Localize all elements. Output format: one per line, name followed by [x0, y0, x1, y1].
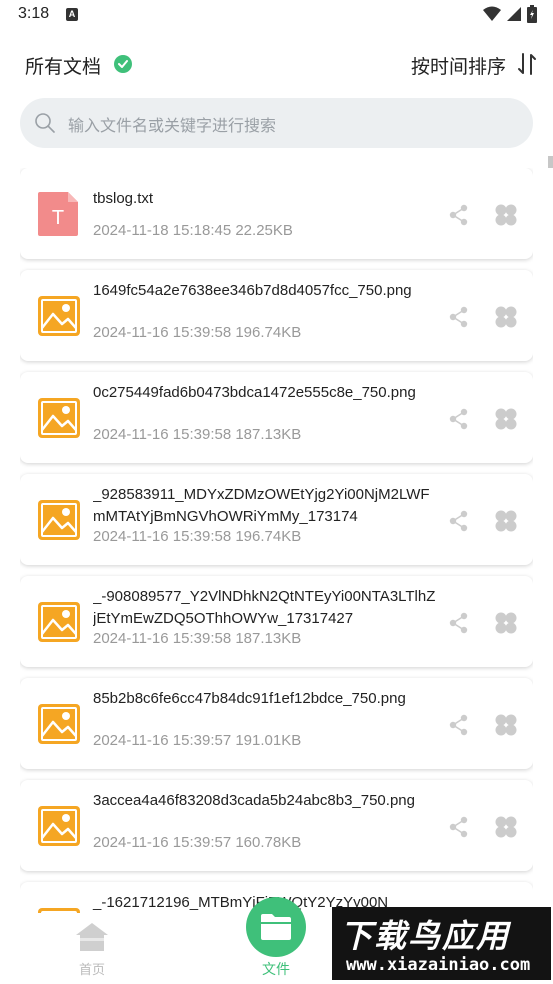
file-name: 1649fc54a2e7638ee346b7d8d4057fcc_750.png [93, 282, 412, 299]
share-icon[interactable] [448, 714, 470, 736]
share-icon[interactable] [448, 612, 470, 634]
file-date: 2024-11-16 15:39:58 [93, 630, 232, 647]
image-file-icon [38, 908, 80, 913]
image-file-icon [38, 500, 80, 540]
status-icons [483, 5, 537, 23]
file-name: tbslog.txt [93, 190, 154, 207]
file-size: 187.13KB [235, 630, 302, 647]
more-options-icon[interactable] [494, 203, 518, 227]
search-input[interactable]: 输入文件名或关键字进行搜索 [68, 112, 276, 136]
check-circle-icon [114, 55, 132, 73]
notification-a-icon: A [66, 8, 78, 21]
more-options-icon[interactable] [494, 305, 518, 329]
image-file-icon [38, 806, 80, 846]
share-icon[interactable] [448, 408, 470, 430]
folder-icon [261, 914, 291, 940]
file-name: _-908089577_Y2VlNDhkN2QtNTEyYi00NTA3LTlh… [93, 588, 436, 627]
wifi-icon [483, 6, 501, 21]
file-meta: 2024-11-18 15:18:45 22.25KB [93, 222, 293, 239]
more-options-icon[interactable] [494, 611, 518, 635]
scrollbar-thumb[interactable] [548, 156, 553, 168]
image-file-icon [38, 704, 80, 744]
share-icon[interactable] [448, 204, 470, 226]
battery-icon [527, 5, 537, 23]
file-name: _928583911_MDYxZDMzOWEtYjg2Yi00NjM2LWFmM… [93, 486, 430, 525]
file-date: 2024-11-16 15:39:57 [93, 732, 232, 749]
file-list-item[interactable]: 3accea4a46f83208d3cada5b24abc8b3_750.png… [20, 780, 533, 871]
file-date: 2024-11-16 15:39:58 [93, 528, 232, 545]
more-options-icon[interactable] [494, 407, 518, 431]
nav-home-tab[interactable]: 首页 [72, 921, 112, 978]
file-name: 0c275449fad6b0473bdca1472e555c8e_750.png [93, 384, 416, 401]
file-size: 196.74KB [235, 324, 302, 341]
nav-home-label: 首页 [78, 963, 105, 978]
file-name: 3accea4a46f83208d3cada5b24abc8b3_750.png [93, 792, 415, 809]
watermark-text: 下载鸟应用 [340, 917, 511, 955]
share-icon[interactable] [448, 816, 470, 838]
image-file-icon [38, 602, 80, 642]
file-meta: 2024-11-16 15:39:58 196.74KB [93, 528, 301, 545]
file-date: 2024-11-16 15:39:58 [93, 324, 232, 341]
share-icon[interactable] [448, 306, 470, 328]
more-options-icon[interactable] [494, 713, 518, 737]
nav-files-label[interactable]: 文件 [262, 959, 290, 979]
home-icon [76, 923, 108, 951]
file-list-item[interactable]: 0c275449fad6b0473bdca1472e555c8e_750.png… [20, 372, 533, 463]
file-list-item[interactable]: 1649fc54a2e7638ee346b7d8d4057fcc_750.png… [20, 270, 533, 361]
file-date: 2024-11-16 15:39:57 [93, 834, 232, 851]
file-list-item[interactable]: _-908089577_Y2VlNDhkN2QtNTEyYi00NTA3LTlh… [20, 576, 533, 667]
file-size: 187.13KB [235, 426, 302, 443]
file-size: 191.01KB [235, 732, 302, 749]
txt-icon-letter: T [52, 207, 64, 229]
file-date: 2024-11-18 15:18:45 [93, 222, 232, 239]
file-list: T tbslog.txt 2024-11-18 15:18:45 22.25KB… [20, 168, 533, 913]
image-file-icon [38, 296, 80, 336]
sort-icon[interactable] [517, 52, 537, 76]
file-list-item[interactable]: T tbslog.txt 2024-11-18 15:18:45 22.25KB [20, 168, 533, 259]
watermark-url: www.xiazainiao.com [346, 955, 531, 975]
file-size: 196.74KB [235, 528, 302, 545]
search-bar[interactable]: 输入文件名或关键字进行搜索 [20, 98, 533, 148]
search-icon [35, 113, 55, 133]
page-title[interactable]: 所有文档 [25, 52, 101, 79]
nav-files-tab[interactable] [246, 897, 306, 957]
file-size: 22.25KB [235, 222, 293, 239]
image-file-icon [38, 398, 80, 438]
header: 所有文档 按时间排序 [0, 40, 553, 88]
signal-icon [507, 7, 521, 21]
file-list-item[interactable]: _928583911_MDYxZDMzOWEtYjg2Yi00NjM2LWFmM… [20, 474, 533, 565]
file-name: 85b2b8c6fe6cc47b84dc91f1ef12bdce_750.png [93, 690, 406, 707]
more-options-icon[interactable] [494, 509, 518, 533]
txt-file-icon: T [38, 192, 78, 236]
file-list-item[interactable]: 85b2b8c6fe6cc47b84dc91f1ef12bdce_750.png… [20, 678, 533, 769]
file-meta: 2024-11-16 15:39:57 160.78KB [93, 834, 301, 851]
share-icon[interactable] [448, 510, 470, 532]
file-meta: 2024-11-16 15:39:58 196.74KB [93, 324, 301, 341]
status-bar: 3:18 A [0, 0, 553, 32]
status-time: 3:18 [18, 5, 50, 22]
file-meta: 2024-11-16 15:39:58 187.13KB [93, 630, 301, 647]
sort-by-time-button[interactable]: 按时间排序 [411, 52, 506, 79]
more-options-icon[interactable] [494, 815, 518, 839]
file-size: 160.78KB [235, 834, 302, 851]
file-meta: 2024-11-16 15:39:57 191.01KB [93, 732, 301, 749]
file-meta: 2024-11-16 15:39:58 187.13KB [93, 426, 301, 443]
watermark-logo: 下载鸟应用 www.xiazainiao.com [332, 907, 551, 980]
file-date: 2024-11-16 15:39:58 [93, 426, 232, 443]
